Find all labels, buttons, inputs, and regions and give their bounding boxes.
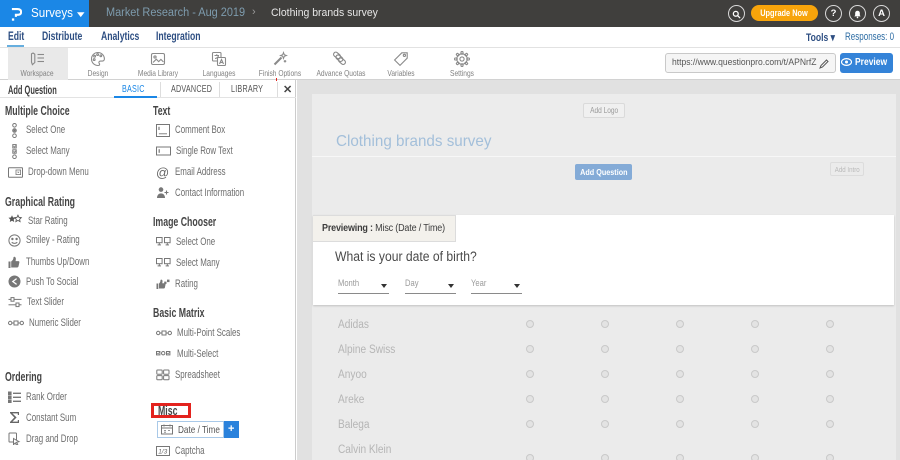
svg-text:1/3: 1/3	[158, 448, 167, 455]
svg-text:@: @	[156, 166, 169, 179]
